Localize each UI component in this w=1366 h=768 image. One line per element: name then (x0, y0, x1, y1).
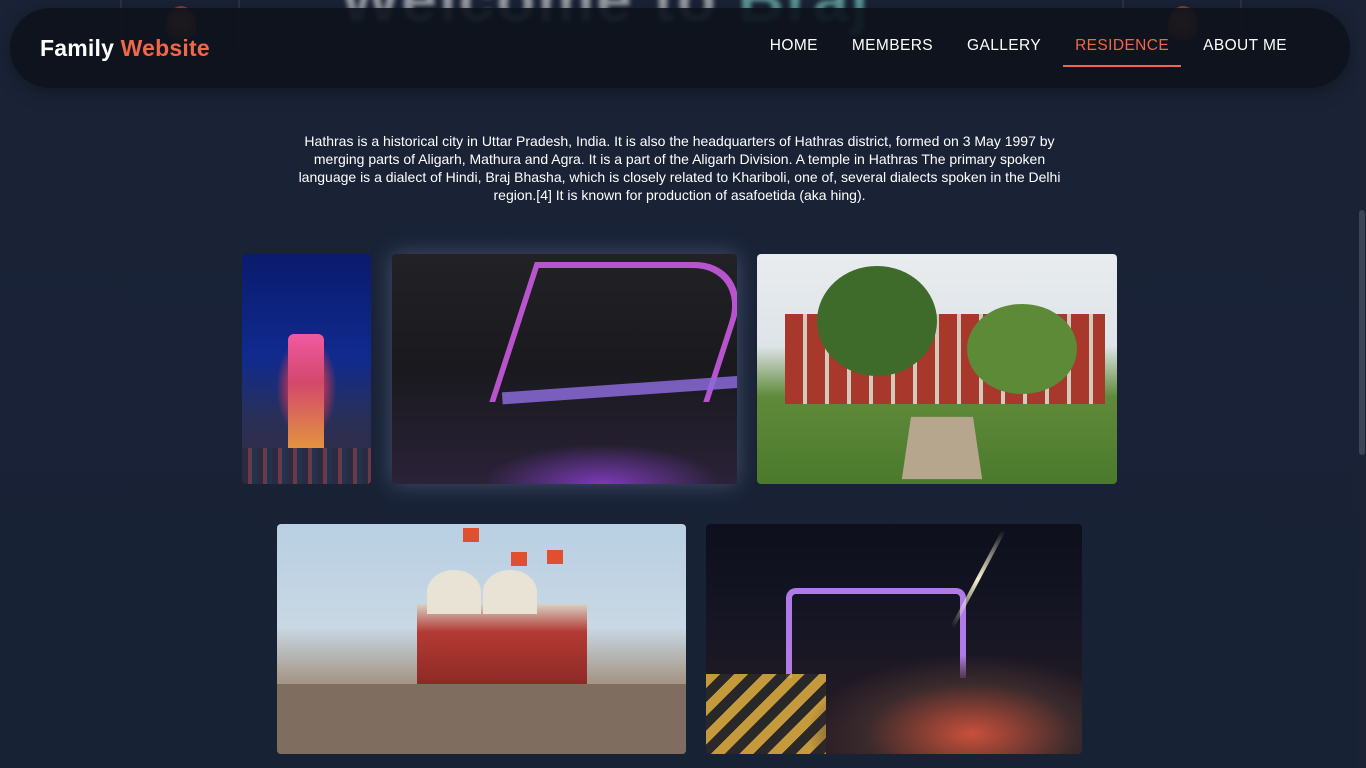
light-glow-shape (482, 444, 722, 484)
photo-temple[interactable] (277, 524, 686, 754)
tree-shape (817, 266, 937, 376)
nav-link-home[interactable]: HOME (753, 29, 835, 67)
photo-lit-bridge[interactable] (392, 254, 737, 484)
brand-logo[interactable]: Family Website (40, 35, 210, 62)
nav-link-about-me[interactable]: ABOUT ME (1186, 29, 1304, 67)
brand-text-website: Website (120, 34, 210, 61)
flag-icon (511, 552, 527, 566)
page-scrollbar[interactable] (1358, 0, 1366, 768)
nav-link-members[interactable]: MEMBERS (835, 29, 950, 67)
navbar: Family Website HOME MEMBERS GALLERY RESI… (10, 8, 1350, 88)
dome-shape (427, 570, 481, 614)
flag-icon (547, 550, 563, 564)
page: Welcome to Braj Family Website HOME MEMB… (0, 0, 1366, 768)
nav-link-gallery[interactable]: GALLERY (950, 29, 1058, 67)
crowd-shape (242, 448, 371, 484)
dome-shape (483, 570, 537, 614)
walkway-shape (901, 416, 983, 480)
nav-link-residence[interactable]: RESIDENCE (1058, 29, 1186, 67)
flag-icon (463, 528, 479, 542)
light-streak-shape (950, 529, 1006, 629)
main-nav: HOME MEMBERS GALLERY RESIDENCE ABOUT ME (753, 29, 1304, 67)
brand-text-family: Family (40, 34, 115, 61)
crowd-shape (806, 654, 1082, 754)
photo-clock-tower[interactable] (242, 254, 371, 484)
scrollbar-thumb[interactable] (1359, 210, 1365, 455)
photo-school-campus[interactable] (757, 254, 1117, 484)
clock-tower-shape (288, 334, 324, 454)
temple-shape (417, 604, 587, 684)
photo-bridge-night-crowd[interactable] (706, 524, 1082, 754)
palm-tree-shape (967, 304, 1077, 394)
residence-description: Hathras is a historical city in Uttar Pr… (298, 133, 1061, 203)
ground-shape (277, 684, 686, 754)
